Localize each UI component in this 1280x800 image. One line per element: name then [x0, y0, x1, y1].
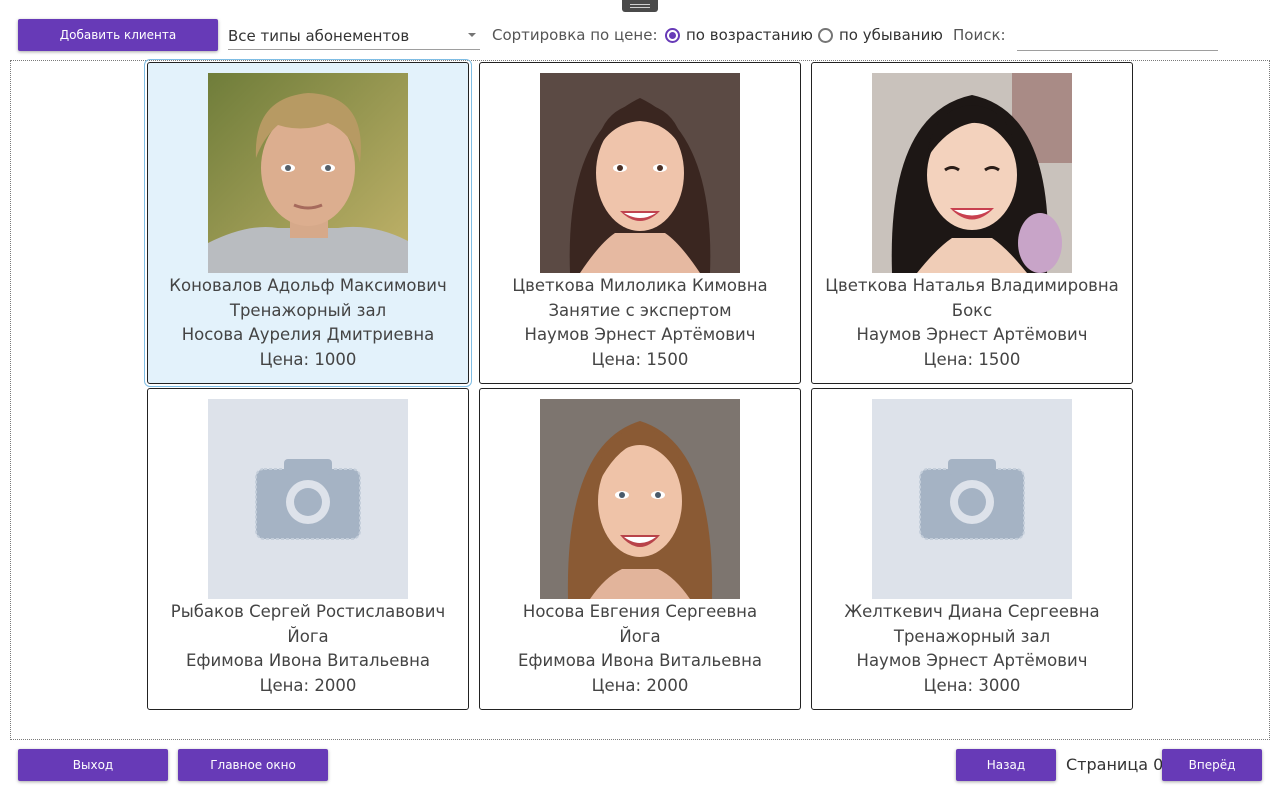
forward-button[interactable]: Вперёд: [1162, 749, 1262, 781]
price: Цена: 1500: [591, 349, 689, 369]
client-photo: [872, 73, 1072, 273]
trainer-name: Ефимова Ивона Витальевна: [518, 651, 762, 670]
client-name: Носова Евгения Сергеевна: [522, 602, 758, 621]
price: Цена: 1500: [923, 349, 1021, 369]
radio-unchecked-icon: [818, 27, 833, 43]
client-photo: [540, 399, 740, 599]
sort-descending-label: по убыванию: [839, 26, 943, 44]
camera-placeholder-icon: [872, 399, 1072, 599]
sort-ascending-label: по возрастанию: [686, 26, 813, 44]
client-photo: [208, 73, 408, 273]
search-label: Поиск:: [953, 26, 1006, 44]
client-card[interactable]: Рыбаков Сергей Ростиславович Йога Ефимов…: [147, 388, 469, 710]
search-input[interactable]: [1017, 24, 1218, 51]
client-name: Желткевич Диана Сергеевна: [844, 602, 1100, 621]
main-window-button[interactable]: Главное окно: [178, 749, 328, 781]
subscription-type: Йога: [287, 626, 329, 646]
trainer-name: Наумов Эрнест Артёмович: [524, 325, 756, 344]
client-name: Коновалов Адольф Максимович: [169, 276, 447, 295]
trainer-name: Наумов Эрнест Артёмович: [856, 651, 1088, 670]
radio-checked-icon: [665, 27, 680, 43]
client-card[interactable]: Желткевич Диана Сергеевна Тренажорный за…: [811, 388, 1133, 710]
page-indicator: Страница 0: [1066, 755, 1164, 774]
sort-label: Сортировка по цене:: [492, 26, 658, 44]
trainer-name: Ефимова Ивона Витальевна: [186, 651, 430, 670]
client-name: Рыбаков Сергей Ростиславович: [170, 602, 446, 621]
price: Цена: 1000: [259, 349, 357, 369]
price: Цена: 2000: [259, 675, 357, 695]
add-client-button[interactable]: Добавить клиента: [18, 19, 218, 51]
subscription-type: Йога: [619, 626, 661, 646]
subscription-type: Тренажорный зал: [893, 626, 1051, 646]
subscription-type: Бокс: [951, 300, 993, 320]
back-button[interactable]: Назад: [956, 749, 1056, 781]
trainer-name: Наумов Эрнест Артёмович: [856, 325, 1088, 344]
client-photo: [540, 73, 740, 273]
camera-placeholder-icon: [208, 399, 408, 599]
client-card[interactable]: Цветкова Наталья Владимировна Бокс Наумо…: [811, 62, 1133, 384]
trainer-name: Носова Аурелия Дмитриевна: [181, 325, 435, 344]
client-card[interactable]: Цветкова Милолика Кимовна Занятие с эксп…: [479, 62, 801, 384]
sort-descending-radio[interactable]: по убыванию: [818, 26, 943, 44]
subscription-type: Занятие с экспертом: [548, 300, 732, 320]
subscription-type: Тренажорный зал: [229, 300, 387, 320]
chevron-down-icon: [468, 33, 476, 37]
client-card[interactable]: Коновалов Адольф Максимович Тренажорный …: [144, 59, 472, 387]
sort-ascending-radio[interactable]: по возрастанию: [665, 26, 813, 44]
client-card[interactable]: Носова Евгения Сергеевна Йога Ефимова Ив…: [479, 388, 801, 710]
client-name: Цветкова Наталья Владимировна: [825, 276, 1119, 295]
price: Цена: 3000: [923, 675, 1021, 695]
exit-button[interactable]: Выход: [18, 749, 168, 781]
client-name: Цветкова Милолика Кимовна: [512, 276, 768, 295]
subscription-type-select[interactable]: Все типы абонементов: [228, 22, 480, 50]
subscription-type-value: Все типы абонементов: [228, 26, 410, 45]
window-grip[interactable]: [622, 0, 658, 12]
price: Цена: 2000: [591, 675, 689, 695]
